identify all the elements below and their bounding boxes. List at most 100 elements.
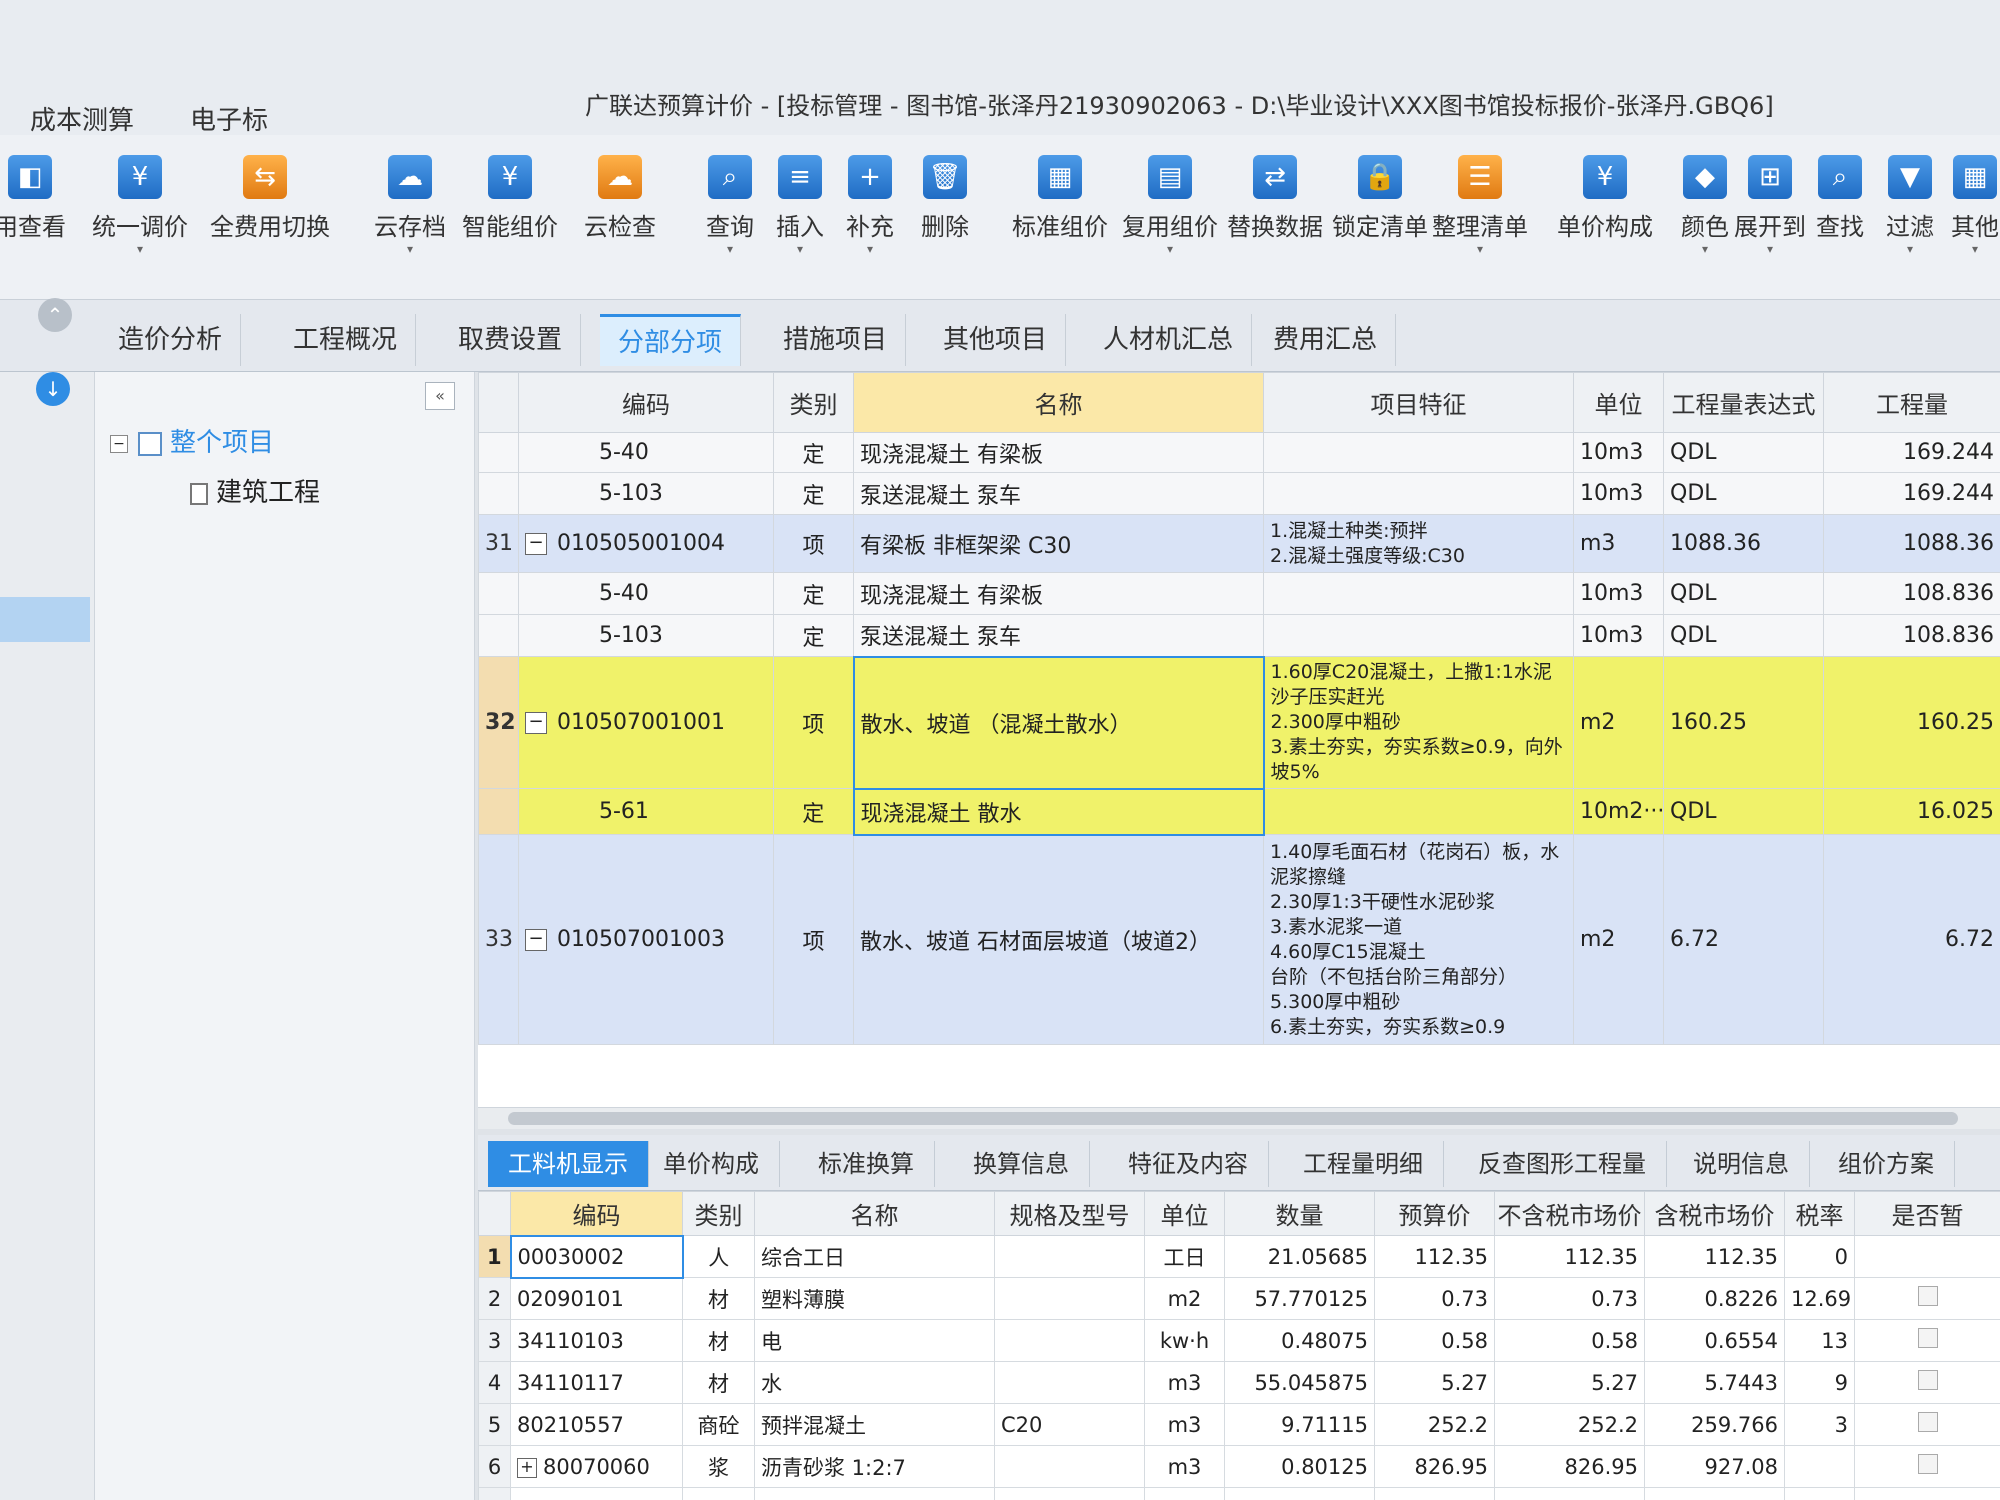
collapse-box-icon[interactable]: − xyxy=(525,929,547,951)
dropdown-arrow-icon: ▾ xyxy=(1766,242,1774,256)
tab-project-overview[interactable]: 工程概况 xyxy=(275,314,417,366)
table-row[interactable]: 6 +80070060 浆 沥青砂浆 1:2:7 m3 0.80125 826.… xyxy=(478,1445,2000,1488)
dropdown-arrow-icon: ▾ xyxy=(866,242,874,256)
tab-unit-price-composition[interactable]: 单价构成 xyxy=(643,1141,780,1187)
view-button[interactable]: ◧ 用查看 xyxy=(0,155,85,242)
col-header-name[interactable]: 名称 xyxy=(754,1191,995,1236)
col-header-no xyxy=(478,372,519,433)
tab-sub-items[interactable]: 分部分项 xyxy=(600,314,742,366)
sub-items-grid: 编码 类别 名称 项目特征 单位 工程量表达式 工程量 5-40 定 现浇混凝土… xyxy=(478,372,2000,1107)
table-row[interactable]: 0.785225 197.34 197.34 222.3824 12.69 xyxy=(478,1487,2000,1500)
switch-icon: ⇆ xyxy=(243,155,287,199)
provisional-checkbox[interactable] xyxy=(1917,1454,1938,1474)
table-row-selected[interactable]: 32 −010507001001 项 散水、坡道 （混凝土散水） 1.60厚C2… xyxy=(478,655,2000,790)
scrollbar-thumb[interactable] xyxy=(508,1112,1958,1125)
table-row[interactable]: 3 34110103 材 电 kw·h 0.48075 0.58 0.58 0.… xyxy=(478,1319,2000,1362)
tree-node-whole-project[interactable]: − 整个项目 xyxy=(110,422,274,459)
col-header-unit[interactable]: 单位 xyxy=(1144,1191,1225,1236)
col-header-qty[interactable]: 工程量 xyxy=(1823,372,2000,433)
download-icon[interactable]: ↓ xyxy=(36,372,70,406)
table-row[interactable]: 5-61 定 现浇混凝土 散水 10m2··· QDL 16.025 xyxy=(478,787,2000,836)
unit-price-button[interactable]: ¥ 单价构成 xyxy=(1550,155,1660,242)
col-header-unit[interactable]: 单位 xyxy=(1573,372,1664,433)
tab-fee-settings[interactable]: 取费设置 xyxy=(440,314,582,366)
table-row[interactable]: 5-40 定 现浇混凝土 有梁板 10m3 QDL 108.836 xyxy=(478,572,2000,615)
provisional-checkbox[interactable] xyxy=(1917,1328,1938,1348)
dropdown-arrow-icon: ▾ xyxy=(1476,242,1484,256)
other-icon: ▦ xyxy=(1953,155,1997,199)
tab-features-content[interactable]: 特征及内容 xyxy=(1108,1141,1269,1187)
col-header-qty[interactable]: 数量 xyxy=(1224,1191,1375,1236)
col-header-type[interactable]: 类别 xyxy=(682,1191,755,1236)
menu-e-bid[interactable]: 电子标 xyxy=(190,100,268,137)
table-row[interactable]: 1 00030002 人 综合工日 工日 21.05685 112.35 112… xyxy=(478,1234,2000,1279)
col-header-feature[interactable]: 项目特征 xyxy=(1263,372,1574,433)
table-row[interactable]: 33 −010507001003 项 散水、坡道 石材面层坡道（坡道2） 1.4… xyxy=(478,834,2000,1045)
tab-labor-material-display[interactable]: 工料机显示 xyxy=(488,1141,649,1187)
dropdown-arrow-icon: ▾ xyxy=(406,242,414,256)
tree-node-building[interactable]: 建筑工程 xyxy=(190,472,320,509)
collapse-box-icon[interactable]: − xyxy=(110,434,128,453)
col-header-provisional[interactable]: 是否暂 xyxy=(1854,1191,2000,1236)
left-nav-selected-item[interactable] xyxy=(0,597,90,642)
ribbon-toolbar: ◧ 用查看 ¥ 统一调价 ▾ ⇆ 全费用切换 ☁ 云存档 ▾ ¥ 智能组价 ☁ 云检查 ⌕ 查询 ▾… xyxy=(0,135,2000,300)
collapse-panel-icon[interactable]: « xyxy=(425,382,455,410)
smart-price-button[interactable]: ¥ 智能组价 xyxy=(455,155,565,242)
replace-data-button[interactable]: ⇄ 替换数据 xyxy=(1220,155,1330,242)
table-row[interactable]: 2 02090101 材 塑料薄膜 m2 57.770125 0.73 0.73… xyxy=(478,1277,2000,1320)
tab-labor-material-summary[interactable]: 人材机汇总 xyxy=(1085,314,1253,366)
collapse-box-icon[interactable]: − xyxy=(525,712,547,734)
col-header-name[interactable]: 名称 xyxy=(853,372,1264,433)
project-icon xyxy=(138,431,162,456)
provisional-checkbox[interactable] xyxy=(1917,1412,1938,1432)
col-header-spec[interactable]: 规格及型号 xyxy=(994,1191,1145,1236)
expand-box-icon[interactable]: + xyxy=(517,1457,537,1478)
reuse-price-button[interactable]: ▤ 复用组价 ▾ xyxy=(1115,155,1225,256)
standard-price-button[interactable]: ▦ 标准组价 xyxy=(1005,155,1115,242)
switch-button[interactable]: ⇆ 全费用切换 xyxy=(210,155,330,242)
tab-description[interactable]: 说明信息 xyxy=(1673,1141,1810,1187)
window-title: 广联达预算计价 - [投标管理 - 图书馆-张泽丹21930902063 - D… xyxy=(585,92,1774,120)
horizontal-scrollbar[interactable] xyxy=(478,1107,2000,1129)
col-header-code[interactable]: 编码 xyxy=(510,1191,683,1236)
col-header-market-in-tax[interactable]: 含税市场价 xyxy=(1644,1191,1785,1236)
tab-pricing-plan[interactable]: 组价方案 xyxy=(1818,1141,1955,1187)
delete-button[interactable]: 🗑 删除 xyxy=(890,155,1000,242)
cloud-check-button[interactable]: ☁ 云检查 xyxy=(565,155,675,242)
tab-quantity-detail[interactable]: 工程量明细 xyxy=(1283,1141,1444,1187)
collapse-box-icon[interactable]: − xyxy=(525,533,547,555)
tab-reverse-check-quantity[interactable]: 反查图形工程量 xyxy=(1458,1141,1667,1187)
tab-fee-summary[interactable]: 费用汇总 xyxy=(1255,314,1397,366)
col-header-budget-price[interactable]: 预算价 xyxy=(1374,1191,1495,1236)
trash-icon: 🗑 xyxy=(923,155,967,199)
table-row[interactable]: 5 80210557 商砼 预拌混凝土 C20 m3 9.71115 252.2… xyxy=(478,1403,2000,1446)
table-row[interactable]: 4 34110117 材 水 m3 55.045875 5.27 5.27 5.… xyxy=(478,1361,2000,1404)
table-row[interactable]: 31 −010505001004 项 有梁板 非框架梁 C30 1.混凝土种类:… xyxy=(478,514,2000,573)
cloud-save-button[interactable]: ☁ 云存档 ▾ xyxy=(355,155,465,256)
col-header-expr[interactable]: 工程量表达式 xyxy=(1663,372,1824,433)
tab-standard-conversion[interactable]: 标准换算 xyxy=(798,1141,935,1187)
dropdown-arrow-icon: ▾ xyxy=(136,242,144,256)
smart-price-icon: ¥ xyxy=(488,155,532,199)
tab-cost-analysis[interactable]: 造价分析 xyxy=(100,314,242,366)
tab-conversion-info[interactable]: 换算信息 xyxy=(953,1141,1090,1187)
col-header-type[interactable]: 类别 xyxy=(773,372,854,433)
chevron-up-icon[interactable]: ⌃ xyxy=(38,298,72,332)
col-header-no xyxy=(478,1191,511,1236)
supplement-icon: + xyxy=(848,155,892,199)
col-header-market-ex-tax[interactable]: 不含税市场价 xyxy=(1494,1191,1645,1236)
table-row[interactable]: 5-103 定 泵送混凝土 泵车 10m3 QDL 108.836 xyxy=(478,614,2000,657)
provisional-checkbox[interactable] xyxy=(1917,1370,1938,1390)
menu-cost-estimate[interactable]: 成本测算 xyxy=(30,100,134,137)
provisional-checkbox[interactable] xyxy=(1917,1286,1938,1306)
adjust-price-button[interactable]: ¥ 统一调价 ▾ xyxy=(85,155,195,256)
tab-measures[interactable]: 措施项目 xyxy=(765,314,907,366)
tab-other-items[interactable]: 其他项目 xyxy=(925,314,1067,366)
lock-list-button[interactable]: 🔒 锁定清单 xyxy=(1325,155,1435,242)
table-row[interactable]: 5-103 定 泵送混凝土 泵车 10m3 QDL 169.244 xyxy=(478,472,2000,515)
organize-list-button[interactable]: ☰ 整理清单 ▾ xyxy=(1425,155,1535,256)
table-row[interactable]: 5-40 定 现浇混凝土 有梁板 10m3 QDL 169.244 xyxy=(478,432,2000,473)
other-button[interactable]: ▦ 其他 ▾ xyxy=(1920,155,2000,256)
col-header-tax-rate[interactable]: 税率 xyxy=(1784,1191,1855,1236)
col-header-code[interactable]: 编码 xyxy=(518,372,774,433)
